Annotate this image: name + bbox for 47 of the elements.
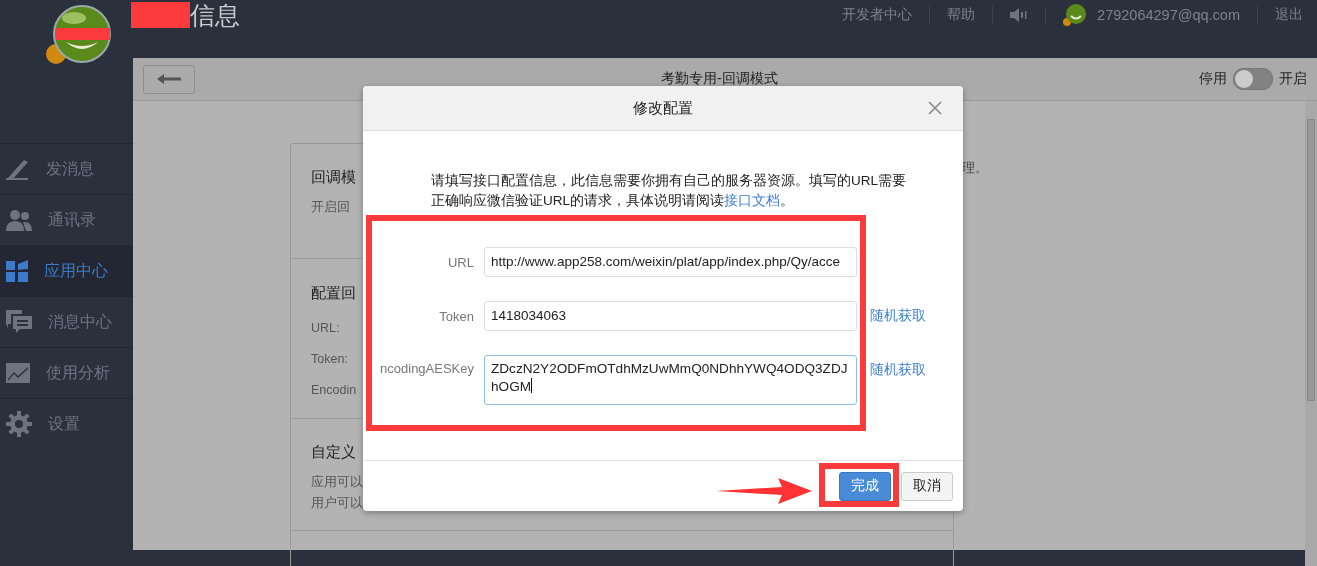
off-label: 停用 xyxy=(1199,70,1227,88)
account-email[interactable]: 2792064297@qq.com xyxy=(1097,7,1240,23)
key-textarea[interactable]: ZDczN2Y2ODFmOTdhMzUwMmQ0NDhhYWQ4ODQ3ZDJhOGM xyxy=(484,355,857,405)
nav-link[interactable]: 开发者中心 xyxy=(842,6,913,24)
section-text: Encodin xyxy=(311,382,357,399)
random-link[interactable]: 随机获取 xyxy=(870,307,926,325)
sidebar-item[interactable]: 应用中心 xyxy=(0,245,133,296)
input-field[interactable]: 1418034063 xyxy=(484,301,857,331)
confirm-button[interactable]: 完成 xyxy=(839,471,891,501)
random-link[interactable]: 随机获取 xyxy=(870,361,926,379)
nav-link[interactable]: 退出 xyxy=(1275,6,1303,24)
back-arrow-icon xyxy=(157,74,181,84)
field-label: Token xyxy=(438,308,474,324)
back-button[interactable] xyxy=(143,64,195,94)
sidebar-item[interactable]: 消息中心 xyxy=(0,296,133,347)
field-label: ncodingAESKey xyxy=(379,361,474,376)
section-title: 配置回 xyxy=(311,284,356,303)
sidebar-item[interactable]: 使用分析 xyxy=(0,347,133,398)
close-icon[interactable] xyxy=(928,101,942,115)
section-title: 回调模 xyxy=(311,168,356,187)
section-text: URL: xyxy=(311,320,340,337)
page-title: 考勤专用-回调模式 xyxy=(661,70,778,88)
avatar-icon[interactable] xyxy=(1063,3,1088,27)
pencil-icon xyxy=(6,158,30,180)
people-icon xyxy=(6,209,32,231)
description-text: 请填写接口配置信息，此信息需要你拥有自己的服务器资源。填写的URL需要正确响应微信验证URL的请求，具体说明请阅读接口文档。 xyxy=(431,172,907,210)
grid-icon xyxy=(6,260,28,282)
field-label: URL xyxy=(447,254,474,270)
speaker-icon[interactable] xyxy=(1010,8,1029,22)
section-text: Token: xyxy=(311,351,348,368)
section-title: 自定义 xyxy=(311,443,356,462)
toggle-switch[interactable] xyxy=(1233,68,1273,90)
scrollbar[interactable] xyxy=(1305,101,1317,566)
sidebar-item[interactable]: 设置 xyxy=(0,398,133,449)
on-label: 开启 xyxy=(1279,70,1307,88)
section-text: 开启回 xyxy=(311,199,350,216)
section-text: 用户可以 xyxy=(311,495,363,512)
app-title: 信息 xyxy=(190,0,240,31)
redaction-bar xyxy=(131,2,190,28)
input-field[interactable]: http://www.app258.com/weixin/plat/app/index.php/Qy/acce xyxy=(484,247,857,277)
cancel-button[interactable]: 取消 xyxy=(901,471,953,501)
dialog-title: 修改配置 xyxy=(633,98,693,118)
chart-icon xyxy=(6,363,30,383)
chat-icon xyxy=(6,310,32,334)
section-text: 应用可以 xyxy=(311,474,363,491)
nav-link[interactable]: 帮助 xyxy=(947,6,976,24)
doc-link[interactable]: 接口文档 xyxy=(724,193,780,208)
